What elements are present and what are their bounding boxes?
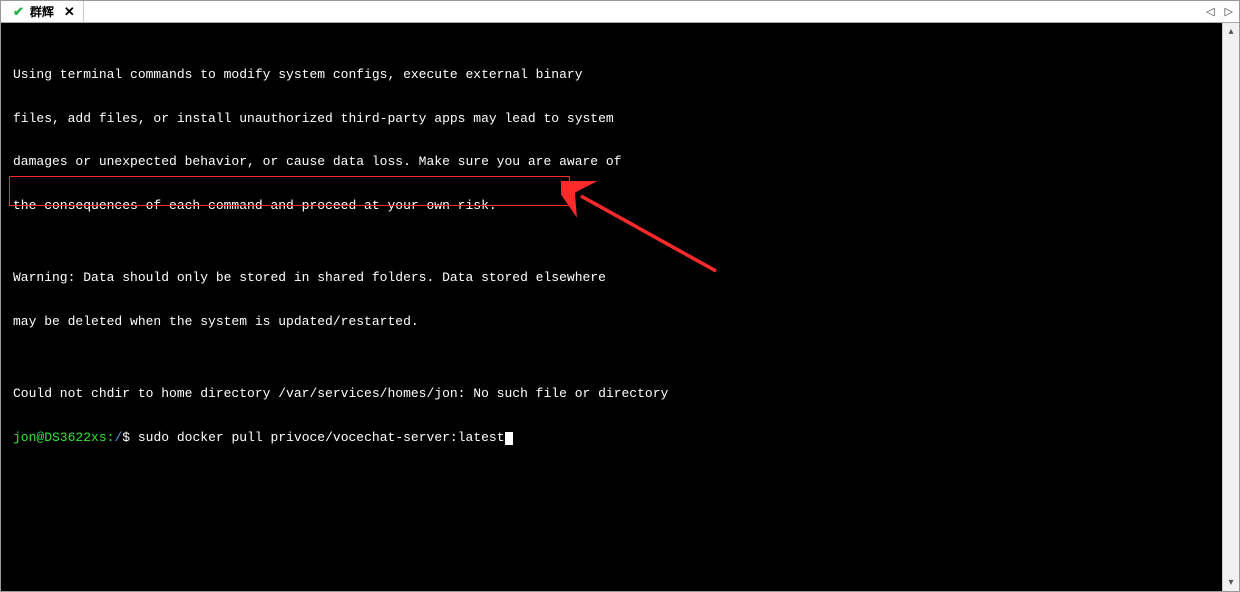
terminal-line: may be deleted when the system is update… bbox=[13, 315, 1222, 330]
annotation-arrow-icon bbox=[561, 181, 741, 281]
prompt-line: jon@DS3622xs:/$ sudo docker pull privoce… bbox=[13, 431, 1222, 446]
app-window: ✔ 群辉 ✕ ◁ ▷ Using terminal commands to mo… bbox=[0, 0, 1240, 592]
scrollbar[interactable]: ▴ ▾ bbox=[1222, 23, 1239, 591]
tab-bar: ✔ 群辉 ✕ ◁ ▷ bbox=[1, 1, 1239, 23]
prompt-symbol: $ bbox=[122, 430, 130, 445]
tab-title: 群辉 bbox=[30, 3, 54, 20]
terminal-line: Using terminal commands to modify system… bbox=[13, 68, 1222, 83]
scroll-down-icon[interactable]: ▾ bbox=[1223, 574, 1239, 591]
close-icon[interactable]: ✕ bbox=[64, 4, 75, 20]
tab-active[interactable]: ✔ 群辉 ✕ bbox=[5, 1, 84, 22]
check-icon: ✔ bbox=[13, 5, 24, 18]
scroll-up-icon[interactable]: ▴ bbox=[1223, 23, 1239, 40]
prompt-user: jon@DS3622xs bbox=[13, 430, 107, 445]
terminal-line: the consequences of each command and pro… bbox=[13, 199, 1222, 214]
terminal[interactable]: Using terminal commands to modify system… bbox=[1, 23, 1222, 591]
terminal-line: damages or unexpected behavior, or cause… bbox=[13, 155, 1222, 170]
terminal-wrap: Using terminal commands to modify system… bbox=[1, 23, 1239, 591]
tab-nav-arrows: ◁ ▷ bbox=[1206, 1, 1233, 22]
terminal-line: Warning: Data should only be stored in s… bbox=[13, 271, 1222, 286]
nav-prev-icon[interactable]: ◁ bbox=[1206, 5, 1214, 18]
command-text: sudo docker pull privoce/vocechat-server… bbox=[138, 430, 505, 445]
terminal-line: Could not chdir to home directory /var/s… bbox=[13, 387, 1222, 402]
cursor-icon bbox=[505, 432, 513, 445]
nav-next-icon[interactable]: ▷ bbox=[1225, 5, 1233, 18]
terminal-line: files, add files, or install unauthorize… bbox=[13, 112, 1222, 127]
